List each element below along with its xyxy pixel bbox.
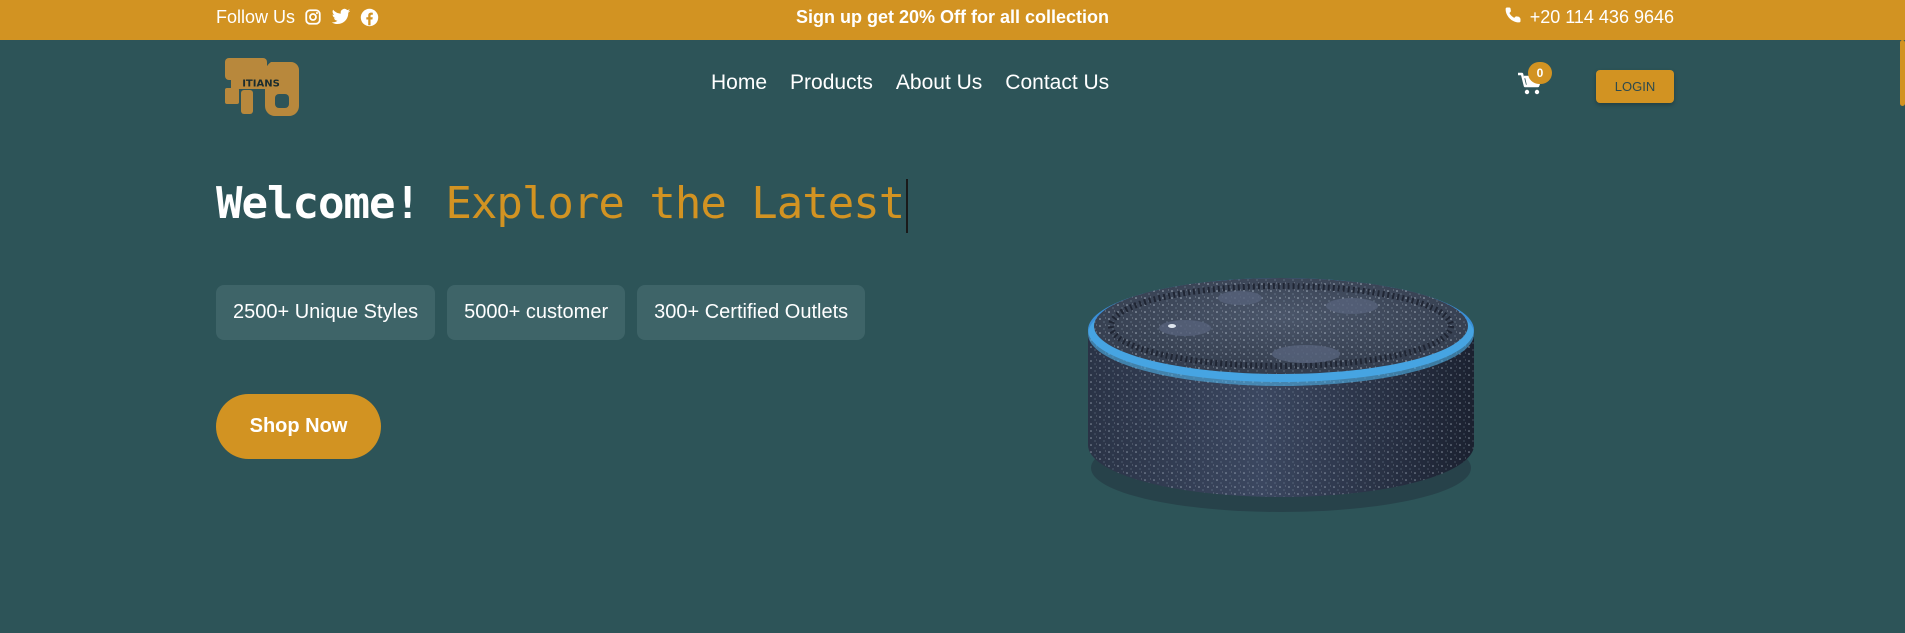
smart-speaker-image bbox=[1080, 268, 1480, 518]
logo-text: ITIANS bbox=[242, 79, 280, 90]
login-button[interactable]: LOGIN bbox=[1596, 70, 1674, 103]
nav-home[interactable]: Home bbox=[711, 71, 767, 95]
headline-welcome: Welcome! bbox=[216, 178, 421, 229]
main-nav: Home Products About Us Contact Us bbox=[711, 71, 1132, 95]
hero-stats: 2500+ Unique Styles 5000+ customer 300+ … bbox=[216, 285, 866, 340]
site-logo[interactable]: ITIANS bbox=[223, 56, 303, 120]
phone-contact: +20 114 436 9646 bbox=[1504, 0, 1674, 34]
stat-certified-outlets: 300+ Certified Outlets bbox=[637, 285, 866, 340]
nav-products[interactable]: Products bbox=[790, 71, 873, 95]
phone-number: +20 114 436 9646 bbox=[1529, 6, 1674, 27]
shop-now-button[interactable]: Shop Now bbox=[216, 394, 381, 459]
hero-headline: Welcome! Explore the Latest bbox=[216, 176, 909, 233]
scrollbar-thumb[interactable] bbox=[1900, 40, 1905, 106]
top-bar: Follow Us Sign up get 20% Off for all co… bbox=[0, 0, 1905, 40]
nav-contact-us[interactable]: Contact Us bbox=[1005, 71, 1109, 95]
stat-customers: 5000+ customer bbox=[447, 285, 626, 340]
headline-typed-text: Explore the Latest bbox=[445, 178, 905, 229]
nav-about-us[interactable]: About Us bbox=[896, 71, 982, 95]
cart-count-badge: 0 bbox=[1528, 62, 1552, 84]
stat-unique-styles: 2500+ Unique Styles bbox=[216, 285, 436, 340]
typing-caret bbox=[906, 179, 909, 233]
phone-icon bbox=[1504, 6, 1522, 29]
